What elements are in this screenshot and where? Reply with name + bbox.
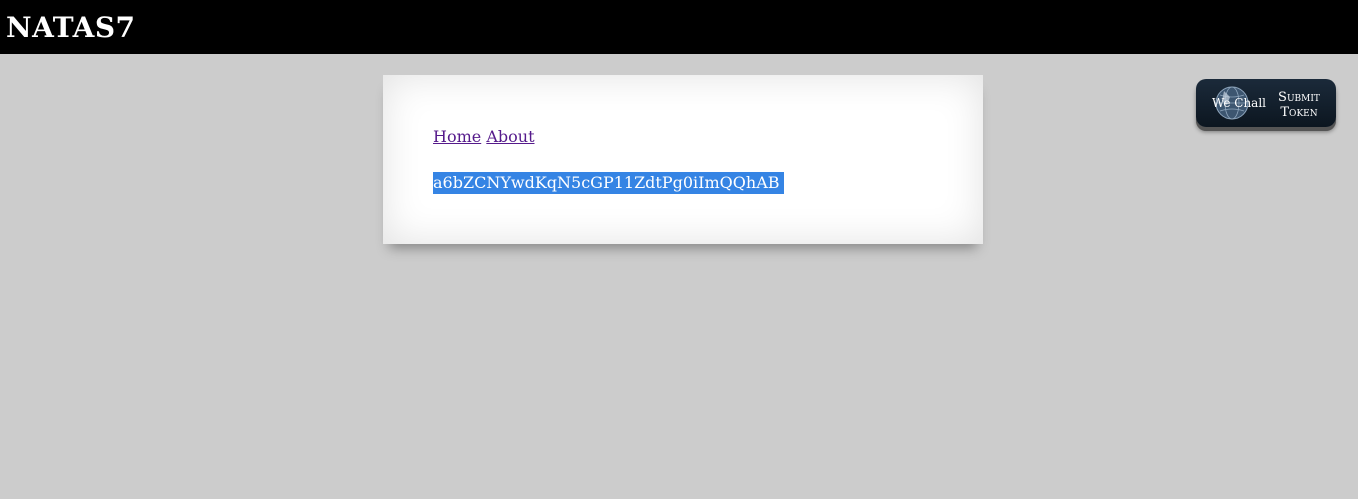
page-title: NATAS7 [6, 11, 136, 44]
content-panel: Home About a6bZCNYwdKqN5cGP11ZdtPg0iImQQ… [383, 75, 983, 244]
submit-token-label: Submit Token [1268, 90, 1330, 120]
about-link[interactable]: About [486, 127, 534, 146]
selected-secret-text[interactable]: a6bZCNYwdKqN5cGP11ZdtPg0iImQQhAB [433, 172, 784, 194]
submit-label-line1: Submit [1278, 90, 1320, 105]
wechall-logo-text: We Chall [1212, 96, 1267, 110]
home-link[interactable]: Home [433, 127, 481, 146]
nav-links: Home About [433, 126, 535, 148]
header-bar: NATAS7 [0, 0, 1358, 54]
submit-label-line2: Token [1280, 105, 1318, 120]
wechall-submit-token-button[interactable]: We Chall Submit Token [1196, 79, 1336, 127]
